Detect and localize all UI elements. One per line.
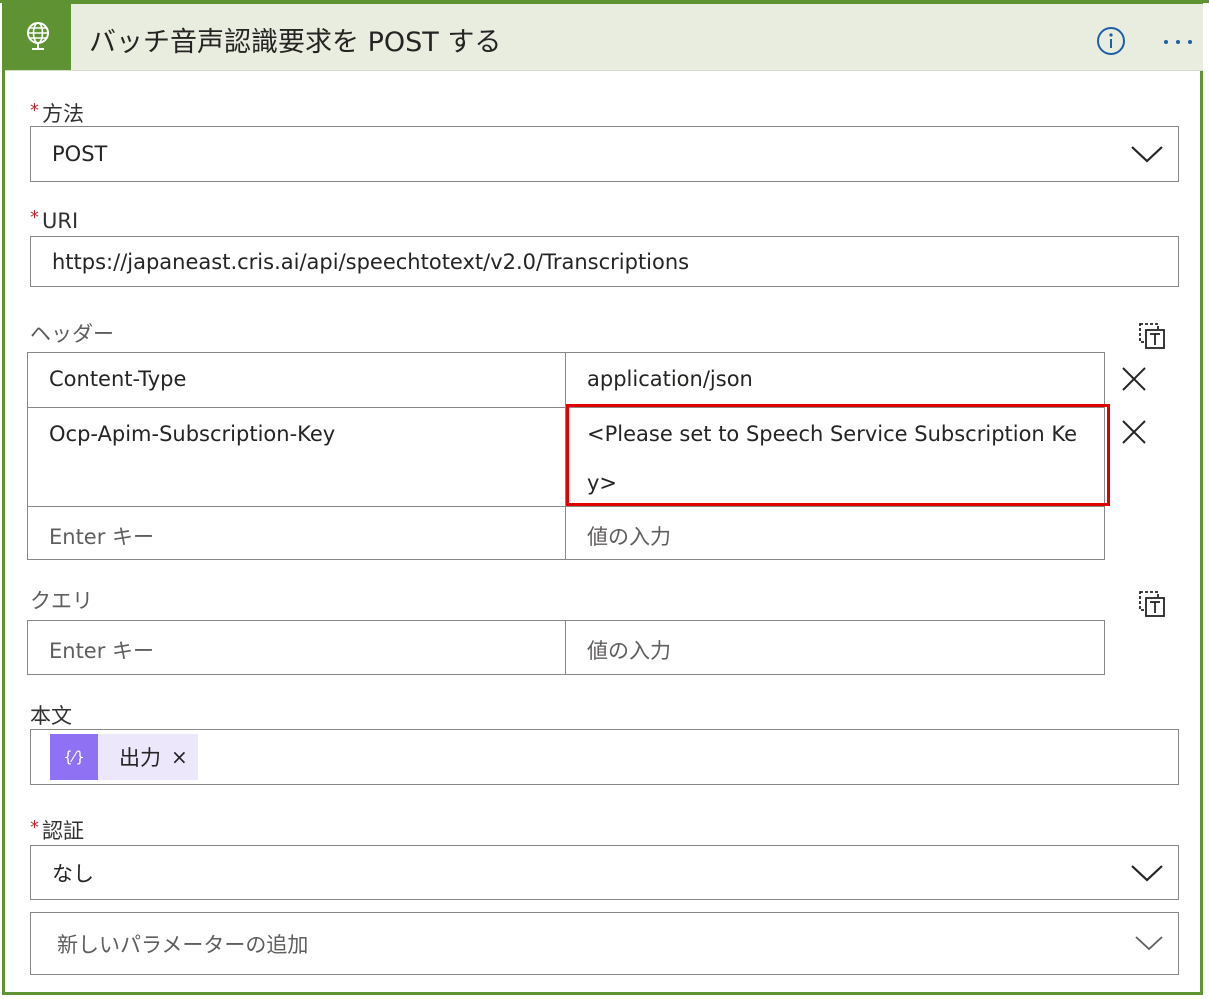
remove-token-icon[interactable]: × <box>171 745 188 769</box>
required-mark: * <box>30 100 39 121</box>
method-label: * 方法 <box>30 98 84 128</box>
key-placeholder: Enter キー <box>49 525 155 549</box>
query-key-input[interactable]: Enter キー <box>28 621 566 674</box>
globe-icon <box>5 4 71 70</box>
chevron-down-icon <box>1131 146 1163 163</box>
chevron-down-icon <box>1135 935 1163 950</box>
auth-label-text: 認証 <box>42 819 84 843</box>
method-value: POST <box>52 142 108 166</box>
auth-label: * 認証 <box>30 815 84 845</box>
more-options-icon[interactable] <box>1160 26 1196 56</box>
header-key-input[interactable]: Enter キー <box>28 507 566 559</box>
uri-label-text: URI <box>42 209 79 233</box>
header-row: Ocp-Apim-Subscription-Key <Please set to… <box>28 408 1104 507</box>
body-input[interactable] <box>30 729 1179 785</box>
header-row: Content-Type application/json <box>28 353 1104 408</box>
query-row-new: Enter キー 値の入力 <box>28 621 1104 674</box>
header-key-input[interactable]: Ocp-Apim-Subscription-Key <box>28 408 566 506</box>
delete-header-icon[interactable] <box>1121 419 1147 445</box>
method-label-text: 方法 <box>42 102 84 126</box>
value-placeholder: 値の入力 <box>587 525 671 549</box>
body-label: 本文 <box>30 704 72 728</box>
query-value-input[interactable]: 値の入力 <box>566 621 1104 674</box>
key-placeholder: Enter キー <box>49 639 155 663</box>
token-label: 出力 <box>119 746 161 770</box>
header-key-text: Content-Type <box>49 367 187 391</box>
header-value-input[interactable]: 値の入力 <box>566 507 1104 559</box>
auth-dropdown[interactable]: なし <box>30 845 1179 900</box>
action-title: バッチ音声認識要求を POST する <box>89 27 502 58</box>
uri-value: https://japaneast.cris.ai/api/speechtote… <box>52 249 690 274</box>
switch-to-text-mode-icon[interactable] <box>1138 590 1168 620</box>
delete-header-icon[interactable] <box>1121 366 1147 392</box>
header-key-input[interactable]: Content-Type <box>28 353 566 407</box>
chevron-down-icon <box>1131 864 1163 882</box>
switch-to-text-mode-icon[interactable] <box>1138 322 1168 352</box>
add-parameter-placeholder: 新しいパラメーターの追加 <box>57 932 309 957</box>
method-dropdown[interactable]: POST <box>30 126 1179 182</box>
header-value-input[interactable]: application/json <box>566 353 1104 407</box>
value-placeholder: 値の入力 <box>587 639 671 663</box>
add-parameter-dropdown[interactable]: 新しいパラメーターの追加 <box>30 912 1179 975</box>
uri-input[interactable]: https://japaneast.cris.ai/api/speechtote… <box>30 236 1179 287</box>
required-mark: * <box>30 817 39 838</box>
header-row-new: Enter キー 値の入力 <box>28 507 1104 559</box>
dynamic-content-token[interactable]: {⁄} 出力 × <box>50 734 198 780</box>
header-value-input[interactable]: <Please set to Speech Service Subscripti… <box>566 408 1104 506</box>
query-label: クエリ <box>30 589 93 613</box>
header-key-text: Ocp-Apim-Subscription-Key <box>49 422 336 446</box>
auth-value: なし <box>52 861 94 886</box>
header-value-text: <Please set to Speech Service Subscripti… <box>587 422 1078 446</box>
header-value-wrap-text: y> <box>587 471 618 495</box>
info-icon[interactable] <box>1096 26 1126 56</box>
query-table: Enter キー 値の入力 <box>27 620 1105 675</box>
required-mark: * <box>30 207 39 228</box>
action-header[interactable]: バッチ音声認識要求を POST する <box>5 4 1203 71</box>
headers-label: ヘッダー <box>30 322 114 346</box>
header-value-text: application/json <box>587 367 753 391</box>
svg-text:{⁄}: {⁄} <box>63 748 85 766</box>
headers-table: Content-Type application/json Ocp-Apim-S… <box>27 352 1105 560</box>
expression-icon: {⁄} <box>50 734 98 780</box>
uri-label: * URI <box>30 207 78 233</box>
